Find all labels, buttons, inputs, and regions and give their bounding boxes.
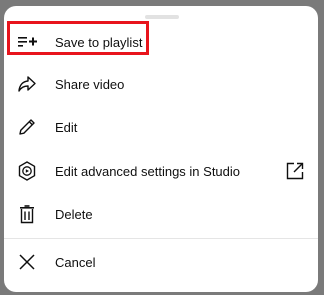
menu-item-label: Edit advanced settings in Studio: [55, 163, 241, 179]
trash-icon: [16, 203, 38, 225]
menu-item-label: Share video: [55, 76, 125, 92]
divider: [4, 238, 318, 239]
menu-item-label: Delete: [55, 206, 93, 222]
cancel-button[interactable]: Cancel: [4, 242, 318, 282]
menu-item-label: Edit: [55, 119, 78, 135]
studio-icon: [16, 160, 38, 182]
external-link-icon: [284, 160, 306, 182]
drag-handle[interactable]: [145, 15, 179, 19]
menu-item-share-video[interactable]: Share video: [4, 64, 318, 104]
menu-item-delete[interactable]: Delete: [4, 194, 318, 234]
pencil-icon: [16, 116, 38, 138]
cancel-label: Cancel: [55, 254, 96, 270]
close-icon: [16, 251, 38, 273]
menu-item-edit-in-studio[interactable]: Edit advanced settings in Studio: [4, 151, 318, 191]
share-icon: [16, 73, 38, 95]
menu-item-edit[interactable]: Edit: [4, 107, 318, 147]
bottom-sheet-menu: Save to playlist Share video Edit Edit a…: [4, 6, 318, 292]
highlight-annotation: [7, 21, 149, 55]
